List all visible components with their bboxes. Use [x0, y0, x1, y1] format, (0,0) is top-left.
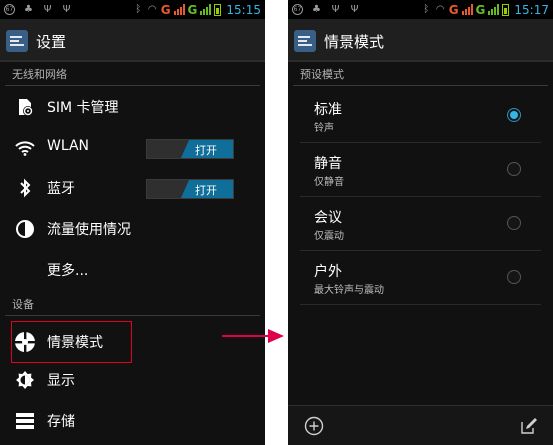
profile-title: 会议	[314, 210, 342, 226]
network-type-label-2: G	[187, 2, 198, 17]
profile-title: 标准	[314, 102, 342, 118]
settings-item-display[interactable]: 显示	[0, 360, 265, 400]
settings-item-bluetooth[interactable]: 蓝牙 打开	[0, 168, 265, 208]
android-icon: ♣	[312, 4, 321, 15]
wifi-status-icon: ◠	[435, 4, 445, 15]
notification-circle-icon: 67	[292, 4, 303, 15]
profile-item-meeting[interactable]: 会议 仅震动	[288, 196, 553, 251]
settings-item-wlan[interactable]: WLAN 打开	[0, 128, 265, 168]
status-clock: 15:17	[514, 2, 549, 17]
profile-title: 静音	[314, 156, 342, 172]
wlan-toggle[interactable]: 打开	[146, 139, 234, 159]
wifi-icon	[14, 138, 36, 158]
action-bar: 情景模式	[288, 19, 553, 62]
battery-icon	[502, 3, 510, 16]
wifi-status-icon: ◠	[147, 4, 157, 15]
storage-icon	[14, 411, 36, 431]
action-bar: 设置	[0, 19, 265, 62]
audio-profiles-screen: 67 ♣ Ψ Ψ ᛒ ◠ G G 15:17 情景模式 预设模式 标准 铃声 静…	[288, 0, 553, 445]
profile-radio[interactable]	[507, 216, 521, 230]
status-bar: 67 ♣ Ψ Ψ ᛒ ◠ G G 15:17	[288, 0, 553, 19]
bluetooth-toggle[interactable]: 打开	[146, 179, 234, 199]
profile-item-standard[interactable]: 标准 铃声	[288, 88, 553, 143]
status-clock: 15:15	[226, 2, 261, 17]
toggle-label: 打开	[195, 144, 217, 157]
profile-title: 户外	[314, 264, 342, 280]
signal-bars-icon	[461, 4, 473, 15]
section-header-label: 预设模式	[300, 68, 344, 81]
settings-item-data-usage[interactable]: 流量使用情况	[0, 209, 265, 249]
usb-icon: Ψ	[43, 4, 52, 15]
bluetooth-status-icon: ᛒ	[423, 4, 430, 15]
section-header-label: 无线和网络	[12, 68, 67, 81]
bottom-action-bar	[288, 405, 553, 445]
settings-item-label: 存储	[47, 414, 75, 430]
settings-item-label: 蓝牙	[47, 181, 75, 197]
bluetooth-icon	[14, 178, 36, 198]
usb-icon: Ψ	[62, 4, 71, 15]
transition-arrow-icon	[222, 329, 284, 343]
profile-radio[interactable]	[507, 162, 521, 176]
settings-item-storage[interactable]: 存储	[0, 401, 265, 441]
settings-app-icon[interactable]	[294, 30, 316, 52]
highlight-box	[11, 321, 132, 363]
signal-bars-icon-2	[488, 4, 500, 15]
signal-bars-icon	[173, 4, 185, 15]
toggle-label: 打开	[195, 184, 217, 197]
page-title: 设置	[36, 33, 67, 51]
settings-item-label: WLAN	[47, 138, 90, 154]
section-header-device: 设备	[0, 292, 265, 316]
settings-item-sim[interactable]: SIM 卡管理	[0, 87, 265, 127]
settings-item-label: 更多...	[47, 263, 89, 279]
profile-radio[interactable]	[507, 270, 521, 284]
profile-radio-selected[interactable]	[507, 108, 521, 122]
status-bar: 67 ♣ Ψ Ψ ᛒ ◠ G G 15:15	[0, 0, 265, 19]
usb-icon: Ψ	[331, 4, 340, 15]
section-header-wireless: 无线和网络	[0, 62, 265, 86]
notification-circle-icon: 67	[4, 4, 15, 15]
settings-item-more[interactable]: 更多...	[0, 250, 265, 290]
section-header-label: 设备	[12, 298, 34, 311]
settings-screen: 67 ♣ Ψ Ψ ᛒ ◠ G G 15:15 设置 无线和网络 SIM 卡管理	[0, 0, 265, 445]
add-icon[interactable]	[304, 416, 324, 436]
bluetooth-status-icon: ᛒ	[135, 4, 142, 15]
edit-icon[interactable]	[519, 416, 539, 436]
usb-icon: Ψ	[350, 4, 359, 15]
profile-subtitle: 铃声	[314, 123, 334, 134]
settings-item-label: 显示	[47, 373, 75, 389]
data-usage-icon	[14, 219, 36, 239]
profile-item-outdoor[interactable]: 户外 最大铃声与震动	[288, 250, 553, 305]
section-header-presets: 预设模式	[288, 62, 553, 86]
battery-icon	[214, 3, 222, 16]
settings-item-label: SIM 卡管理	[47, 100, 119, 116]
settings-item-label: 流量使用情况	[47, 222, 131, 238]
profile-subtitle: 仅静音	[314, 177, 344, 188]
network-type-label: G	[448, 2, 459, 17]
android-icon: ♣	[24, 4, 33, 15]
brightness-icon	[14, 370, 36, 390]
profile-subtitle: 仅震动	[314, 231, 344, 242]
profile-item-silent[interactable]: 静音 仅静音	[288, 142, 553, 197]
page-title: 情景模式	[324, 33, 385, 51]
profile-subtitle: 最大铃声与震动	[314, 285, 384, 296]
network-type-label: G	[160, 2, 171, 17]
signal-bars-icon-2	[200, 4, 212, 15]
settings-app-icon[interactable]	[6, 30, 28, 52]
sim-card-icon	[14, 97, 36, 117]
network-type-label-2: G	[475, 2, 486, 17]
